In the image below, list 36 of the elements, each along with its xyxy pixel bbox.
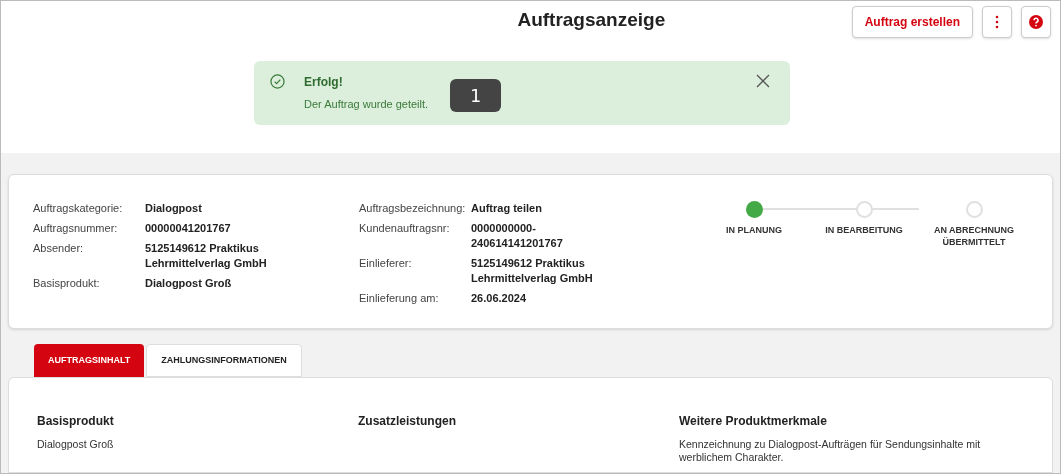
alert-message: Der Auftrag wurde geteilt. — [304, 97, 429, 112]
field-value: Dialogpost — [145, 201, 203, 216]
status-step-label: AN ABRECHNUNG ÜBERMITTELT — [932, 224, 1016, 248]
more-icon — [995, 15, 999, 29]
section-heading: Zusatzleistungen — [358, 413, 457, 430]
field-label: Kundenauftragsnr: — [359, 221, 451, 236]
status-step-label: IN PLANUNG — [725, 224, 783, 236]
field-label: Auftragsnummer: — [33, 221, 119, 236]
alert-title: Erfolg! — [304, 74, 344, 91]
step-marker: 1 — [450, 79, 501, 112]
field-label: Auftragskategorie: — [33, 201, 124, 216]
page-title: Auftragsanzeige — [516, 8, 667, 32]
help-button[interactable] — [1021, 6, 1051, 38]
close-icon[interactable] — [756, 74, 770, 88]
tab[interactable]: ZAHLUNGSINFORMATIONEN — [146, 344, 302, 377]
section-text: Kennzeichnung zu Dialogpost-Aufträgen für Sendungsinhalte mit werblichem Charakter. — [679, 438, 982, 464]
field-value: 5125149612 Praktikus Lehrmittelverlag GmbH — [471, 256, 594, 286]
field-label: Einlieferung am: — [359, 291, 440, 306]
status-step-label: IN BEARBEITUNG — [824, 224, 904, 236]
field-value: 5125149612 Praktikus Lehrmittelverlag GmbH — [145, 241, 268, 271]
check-circle-icon — [270, 74, 285, 89]
field-label: Absender: — [33, 241, 85, 256]
field-value: 0000000000-240614141201767 — [471, 221, 564, 251]
field-label: Einlieferer: — [359, 256, 413, 271]
create-order-button[interactable]: Auftrag erstellen — [851, 6, 973, 38]
field-label: Basisprodukt: — [33, 276, 101, 291]
field-value: 26.06.2024 — [471, 291, 528, 306]
field-label: Auftragsbezeichnung: — [359, 201, 467, 216]
section-text: Dialogpost Groß — [37, 438, 115, 451]
tab[interactable]: AUFTRAGSINHALT — [34, 344, 145, 377]
field-value: Auftrag teilen — [471, 201, 543, 216]
section-heading: Basisprodukt — [37, 413, 115, 430]
section-heading: Weitere Produktmerkmale — [679, 413, 828, 430]
help-icon — [1029, 15, 1043, 29]
field-value: 00000041201767 — [145, 221, 232, 236]
field-value: Dialogpost Groß — [145, 276, 233, 291]
